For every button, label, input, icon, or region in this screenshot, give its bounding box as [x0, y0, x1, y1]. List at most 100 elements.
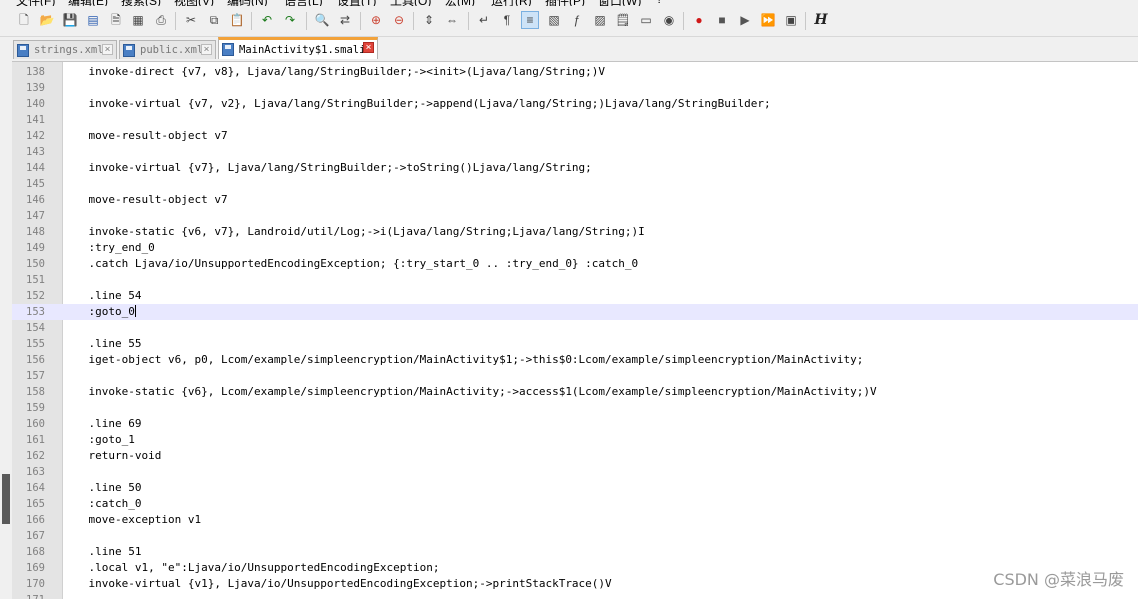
code-text[interactable]: move-result-object v7 [62, 128, 227, 144]
file-tab[interactable]: strings.xml × [13, 40, 117, 59]
code-line[interactable]: 158 invoke-static {v6}, Lcom/example/sim… [12, 384, 1138, 400]
code-text[interactable]: move-result-object v7 [62, 192, 227, 208]
code-line[interactable]: 138 invoke-direct {v7, v8}, Ljava/lang/S… [12, 64, 1138, 80]
new-file-icon[interactable]: 🗋 [16, 12, 32, 28]
code-line[interactable]: 142 move-result-object v7 [12, 128, 1138, 144]
save-all-icon[interactable]: ▤ [85, 12, 101, 28]
line-number: 155 [26, 338, 45, 350]
code-line[interactable]: 157 [12, 368, 1138, 384]
find-icon[interactable]: 🔍 [314, 12, 330, 28]
code-line[interactable]: 154 [12, 320, 1138, 336]
line-number: 160 [26, 418, 45, 430]
code-line[interactable]: 170 invoke-virtual {v1}, Ljava/io/Unsupp… [12, 576, 1138, 592]
monitor-icon[interactable]: ▭ [638, 12, 654, 28]
code-line[interactable]: 146 move-result-object v7 [12, 192, 1138, 208]
close-tab-icon[interactable]: × [363, 42, 374, 53]
code-text[interactable]: .line 55 [62, 336, 141, 352]
code-line[interactable]: 139 [12, 80, 1138, 96]
replace-icon[interactable]: ⇄ [337, 12, 353, 28]
close-file-icon[interactable]: 🗎 [108, 12, 124, 28]
code-text[interactable]: :goto_1 [62, 432, 134, 448]
hex-view-icon[interactable]: H [813, 12, 829, 28]
close-tab-icon[interactable]: × [102, 44, 113, 55]
code-text[interactable]: return-void [62, 448, 161, 464]
code-editor[interactable]: 138 invoke-direct {v7, v8}, Ljava/lang/S… [12, 61, 1138, 599]
code-line[interactable]: 166 move-exception v1 [12, 512, 1138, 528]
code-text[interactable]: invoke-static {v6}, Lcom/example/simplee… [62, 384, 876, 400]
indent-guide-icon[interactable]: ≡ [521, 11, 539, 29]
code-line[interactable]: 161 :goto_1 [12, 432, 1138, 448]
code-line[interactable]: 140 invoke-virtual {v7, v2}, Ljava/lang/… [12, 96, 1138, 112]
redo-icon[interactable]: ↷ [282, 12, 298, 28]
code-line[interactable]: 162 return-void [12, 448, 1138, 464]
eye-icon[interactable]: ◉ [661, 12, 677, 28]
code-text[interactable]: :goto_0 [62, 304, 136, 320]
record-macro-icon[interactable]: ● [691, 12, 707, 28]
code-line[interactable]: 141 [12, 112, 1138, 128]
code-line[interactable]: 155 .line 55 [12, 336, 1138, 352]
undo-icon[interactable]: ↶ [259, 12, 275, 28]
save-icon[interactable]: 💾 [62, 12, 78, 28]
paste-icon[interactable]: 📋 [229, 12, 245, 28]
code-line[interactable]: 169 .local v1, "e":Ljava/io/UnsupportedE… [12, 560, 1138, 576]
code-text[interactable]: invoke-virtual {v7, v2}, Ljava/lang/Stri… [62, 96, 770, 112]
zoom-in-icon[interactable]: ⊕ [368, 12, 384, 28]
code-line[interactable]: 149 :try_end_0 [12, 240, 1138, 256]
file-tab[interactable]: MainActivity$1.smali × [218, 37, 378, 59]
code-line[interactable]: 167 [12, 528, 1138, 544]
code-text[interactable]: .line 50 [62, 480, 141, 496]
stop-macro-icon[interactable]: ■ [714, 12, 730, 28]
code-text[interactable]: invoke-static {v6, v7}, Landroid/util/Lo… [62, 224, 644, 240]
code-text[interactable]: .line 51 [62, 544, 141, 560]
code-line[interactable]: 156 iget-object v6, p0, Lcom/example/sim… [12, 352, 1138, 368]
close-tab-icon[interactable]: × [201, 44, 212, 55]
copy-icon[interactable]: ⧉ [206, 12, 222, 28]
print-icon[interactable]: ⎙ [153, 12, 169, 28]
open-file-icon[interactable]: 📂 [39, 12, 55, 28]
code-text[interactable]: invoke-direct {v7, v8}, Ljava/lang/Strin… [62, 64, 605, 80]
code-line[interactable]: 164 .line 50 [12, 480, 1138, 496]
run-macro-multiple-icon[interactable]: ⏩ [760, 12, 776, 28]
line-number: 158 [26, 386, 45, 398]
close-all-icon[interactable]: ▦ [130, 12, 146, 28]
code-line[interactable]: 144 invoke-virtual {v7}, Ljava/lang/Stri… [12, 160, 1138, 176]
file-tab[interactable]: public.xml × [119, 40, 216, 59]
code-text[interactable]: invoke-virtual {v1}, Ljava/io/Unsupporte… [62, 576, 611, 592]
zoom-out-icon[interactable]: ⊖ [391, 12, 407, 28]
code-text[interactable]: :try_end_0 [62, 240, 154, 256]
show-all-chars-icon[interactable]: ¶ [499, 12, 515, 28]
code-text[interactable]: .line 69 [62, 416, 141, 432]
cut-icon[interactable]: ✂ [183, 12, 199, 28]
word-wrap-icon[interactable]: ↵ [476, 12, 492, 28]
code-text[interactable]: iget-object v6, p0, Lcom/example/simplee… [62, 352, 863, 368]
code-line[interactable]: 168 .line 51 [12, 544, 1138, 560]
code-text[interactable]: .local v1, "e":Ljava/io/UnsupportedEncod… [62, 560, 439, 576]
code-line[interactable]: 143 [12, 144, 1138, 160]
code-line[interactable]: 160 .line 69 [12, 416, 1138, 432]
code-line[interactable]: 152 .line 54 [12, 288, 1138, 304]
folder-workspace-icon[interactable]: ▨ [592, 12, 608, 28]
code-line[interactable]: 165 :catch_0 [12, 496, 1138, 512]
code-text[interactable]: :catch_0 [62, 496, 141, 512]
sync-horizontal-icon[interactable]: ⇔ [444, 12, 460, 28]
doc-map-icon[interactable]: ▧ [546, 12, 562, 28]
code-line[interactable]: 159 [12, 400, 1138, 416]
line-number: 142 [26, 130, 45, 142]
code-text[interactable]: .line 54 [62, 288, 141, 304]
scroll-marker [2, 474, 10, 524]
save-macro-icon[interactable]: ▣ [783, 12, 799, 28]
code-text[interactable]: invoke-virtual {v7}, Ljava/lang/StringBu… [62, 160, 591, 176]
code-line[interactable]: 163 [12, 464, 1138, 480]
code-line[interactable]: 151 [12, 272, 1138, 288]
play-macro-icon[interactable]: ▶ [737, 12, 753, 28]
code-text[interactable]: .catch Ljava/io/UnsupportedEncodingExcep… [62, 256, 638, 272]
code-line[interactable]: 153 :goto_0 [12, 304, 1138, 320]
sync-vertical-icon[interactable]: ⇕ [421, 12, 437, 28]
code-line[interactable]: 148 invoke-static {v6, v7}, Landroid/uti… [12, 224, 1138, 240]
code-line[interactable]: 150 .catch Ljava/io/UnsupportedEncodingE… [12, 256, 1138, 272]
document-icon[interactable]: 🗒 [615, 12, 631, 28]
function-list-icon[interactable]: ƒ [569, 12, 585, 28]
code-text[interactable]: move-exception v1 [62, 512, 201, 528]
code-line[interactable]: 147 [12, 208, 1138, 224]
code-line[interactable]: 145 [12, 176, 1138, 192]
